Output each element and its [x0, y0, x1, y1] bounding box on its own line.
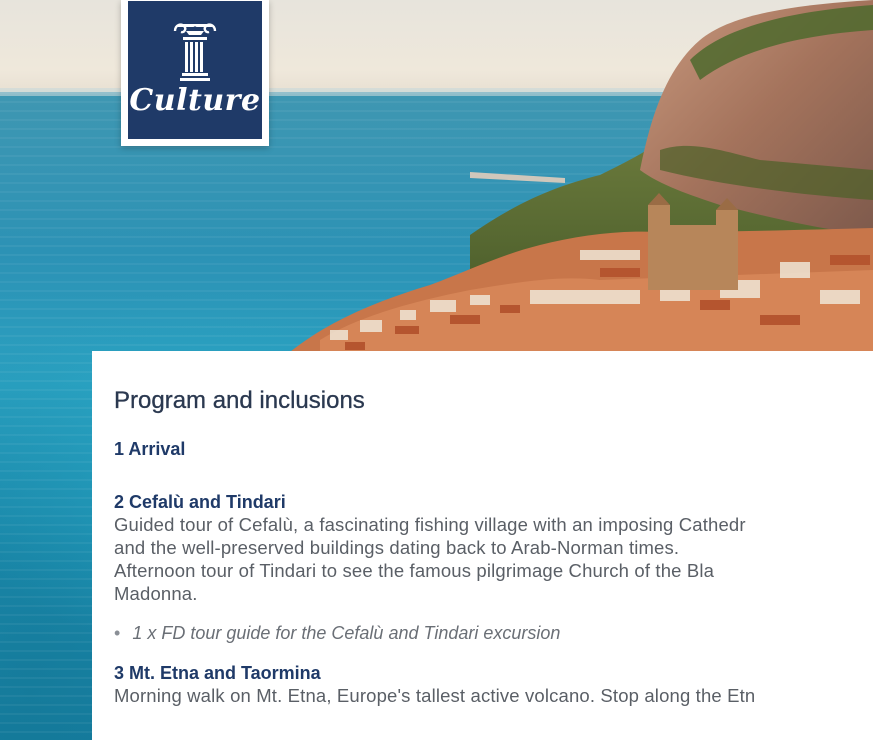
- program-content: Program and inclusions 1 Arrival 2 Cefal…: [114, 351, 873, 707]
- program-heading: Program and inclusions: [114, 387, 365, 414]
- day-2-title: 2 Cefalù and Tindari: [114, 492, 286, 512]
- culture-logo: Culture: [121, 0, 269, 146]
- day-2-description-line: and the well-preserved buildings dating …: [114, 537, 680, 558]
- day-1-title: 1 Arrival: [114, 439, 186, 459]
- day-3-description-line: Morning walk on Mt. Etna, Europe's talle…: [114, 685, 756, 706]
- day-2-description-line: Guided tour of Cefalù, a fascinating fis…: [114, 514, 746, 535]
- day-3-title: 3 Mt. Etna and Taormina: [114, 663, 321, 683]
- logo-background: Culture: [128, 1, 262, 139]
- day-2-description-line: Madonna.: [114, 583, 198, 604]
- program-card: Program and inclusions 1 Arrival 2 Cefal…: [92, 351, 873, 740]
- day-2-description-line: Afternoon tour of Tindari to see the fam…: [114, 560, 715, 581]
- day-2-inclusion-text: 1 x FD tour guide for the Cefalù and Tin…: [132, 623, 561, 643]
- day-2-inclusion: • 1 x FD tour guide for the Cefalù and Ti…: [114, 622, 873, 644]
- bullet-icon: •: [114, 623, 121, 643]
- logo-wordmark: Culture: [129, 83, 261, 118]
- ionic-column-icon: [173, 23, 217, 81]
